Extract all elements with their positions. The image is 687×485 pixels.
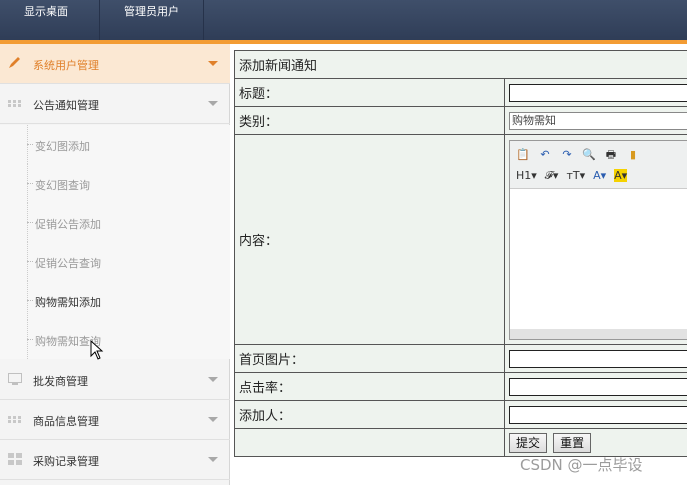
image-label: 首页图片： (234, 344, 505, 373)
monitor-icon (8, 373, 22, 385)
sidebar-item-purchases[interactable]: 采购记录管理 (0, 440, 230, 480)
mouse-cursor-icon (90, 340, 104, 360)
form-caption: 添加新闻通知 (234, 50, 687, 79)
category-label: 类别： (234, 106, 505, 135)
subitem-label: 变幻图查询 (35, 179, 90, 192)
dots-grid-icon (8, 100, 21, 107)
font-color-dropdown-icon[interactable]: A▾ (593, 169, 606, 182)
sidebar-item-label: 采购记录管理 (33, 455, 99, 468)
template-icon[interactable]: ▮ (626, 148, 640, 162)
highlight-color-dropdown-icon[interactable]: A▾ (614, 169, 628, 182)
rich-text-editor[interactable]: 📋 ↶ ↷ 🔍 🖶 ▮ H1▾ 𝓕▾ ᴛT▾ A▾ A▾ (509, 139, 687, 340)
pencil-icon (9, 57, 20, 68)
clickrate-input[interactable] (509, 377, 687, 396)
chevron-down-icon (208, 457, 218, 462)
content-label: 内容： (234, 134, 505, 345)
title-input[interactable] (509, 83, 687, 102)
subitem-carousel-add[interactable]: 变幻图添加 (0, 125, 230, 164)
submit-button[interactable]: 提交 (509, 432, 548, 453)
watermark: CSDN @一点毕设 (520, 456, 643, 474)
author-label: 添加人： (234, 400, 505, 429)
subitem-promo-query[interactable]: 促销公告查询 (0, 242, 230, 281)
subitem-label: 购物需知添加 (35, 296, 101, 309)
chevron-down-icon (208, 61, 218, 66)
dots-grid-icon (8, 416, 21, 423)
sidebar-item-label: 系统用户管理 (33, 59, 99, 72)
category-select[interactable]: 购物需知 (509, 111, 687, 130)
admin-user-tab[interactable]: 管理员用户 (100, 0, 204, 40)
subitem-carousel-query[interactable]: 变幻图查询 (0, 164, 230, 203)
sidebar-item-announcements[interactable]: 公告通知管理 (0, 84, 230, 124)
paste-icon[interactable]: 📋 (516, 148, 530, 162)
editor-toolbar-row-2: H1▾ 𝓕▾ ᴛT▾ A▾ A▾ (516, 167, 628, 185)
sidebar-item-label: 公告通知管理 (33, 99, 99, 112)
sidebar-item-system-users[interactable]: 系统用户管理 (0, 44, 230, 84)
preview-icon[interactable]: 🔍 (582, 148, 596, 162)
chevron-down-icon (208, 417, 218, 422)
font-size-dropdown-icon[interactable]: ᴛT▾ (566, 169, 585, 182)
author-input[interactable] (509, 405, 687, 424)
title-label: 标题： (234, 78, 505, 107)
sidebar-item-label: 商品信息管理 (33, 415, 99, 428)
grid-icon (8, 453, 22, 465)
chevron-down-icon (208, 101, 218, 106)
main-content: 添加新闻通知 标题： 类别： 购物需知 内容： 📋 ↶ ↷ 🔍 🖶 ▮ H1▾ … (234, 50, 687, 461)
sidebar: 系统用户管理 公告通知管理 变幻图添加 变幻图查询 促销公告添加 促销公告查询 … (0, 44, 230, 485)
news-form: 添加新闻通知 标题： 类别： 购物需知 内容： 📋 ↶ ↷ 🔍 🖶 ▮ H1▾ … (234, 50, 687, 457)
top-navigation-bar: 显示桌面 管理员用户 (0, 0, 687, 40)
chevron-down-icon (208, 377, 218, 382)
editor-toolbar-row-1: 📋 ↶ ↷ 🔍 🖶 ▮ (516, 146, 640, 164)
font-family-dropdown-icon[interactable]: 𝓕▾ (545, 169, 559, 183)
reset-button[interactable]: 重置 (553, 432, 592, 453)
sidebar-item-wholesalers[interactable]: 批发商管理 (0, 360, 230, 400)
heading-dropdown-icon[interactable]: H1▾ (516, 169, 537, 182)
buttons-spacer (234, 428, 505, 457)
editor-scrollbar[interactable] (510, 328, 687, 339)
image-input[interactable] (509, 349, 687, 368)
sidebar-item-label: 批发商管理 (33, 375, 88, 388)
subitem-label: 促销公告添加 (35, 218, 101, 231)
redo-icon[interactable]: ↷ (560, 148, 574, 162)
undo-icon[interactable]: ↶ (538, 148, 552, 162)
subitem-shopping-notice-query[interactable]: 购物需知查询 (0, 320, 230, 359)
subitem-label: 变幻图添加 (35, 140, 90, 153)
sidebar-item-products[interactable]: 商品信息管理 (0, 400, 230, 440)
subitem-shopping-notice-add[interactable]: 购物需知添加 (0, 281, 230, 320)
show-desktop-tab[interactable]: 显示桌面 (0, 0, 100, 40)
print-icon[interactable]: 🖶 (604, 148, 618, 162)
subitem-promo-add[interactable]: 促销公告添加 (0, 203, 230, 242)
subitem-label: 促销公告查询 (35, 257, 101, 270)
clickrate-label: 点击率： (234, 372, 505, 401)
